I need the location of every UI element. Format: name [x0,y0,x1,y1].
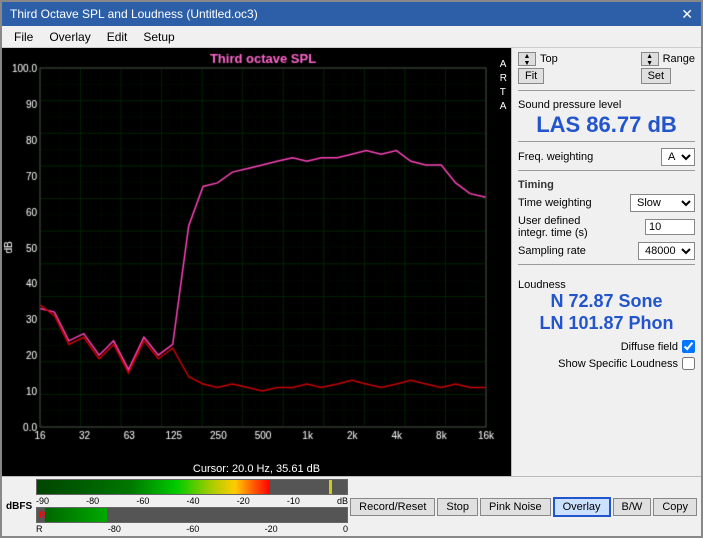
title-bar: Third Octave SPL and Loudness (Untitled.… [2,2,701,26]
top-label: Top [540,53,558,65]
divider-4 [518,264,695,265]
cursor-info: Cursor: 20.0 Hz, 35.61 dB [2,462,511,476]
main-content: ARTA Cursor: 20.0 Hz, 35.61 dB ▲ ▼ Top [2,48,701,476]
level-bar-container: dBFS -90 -80 -60 -40 [6,479,348,534]
set-button[interactable]: Set [641,68,672,84]
diffuse-field-checkbox[interactable] [682,340,695,353]
chart-container: ARTA [2,48,511,462]
diffuse-field-row: Diffuse field [518,340,695,353]
stop-button[interactable]: Stop [437,498,478,516]
time-weighting-select[interactable]: Fast Slow Impulse [630,194,695,212]
time-weighting-label: Time weighting [518,197,592,209]
top-range-controls: ▲ ▼ Top Fit ▲ ▼ Range [518,52,695,84]
sampling-rate-row: Sampling rate 44100 48000 96000 [518,242,695,260]
show-specific-row: Show Specific Loudness [518,357,695,370]
copy-button[interactable]: Copy [653,498,697,516]
main-window: Third Octave SPL and Loudness (Untitled.… [0,0,703,538]
menu-overlay[interactable]: Overlay [41,28,98,46]
show-specific-label: Show Specific Loudness [558,358,678,370]
sampling-rate-label: Sampling rate [518,245,586,257]
divider-1 [518,90,695,91]
timing-section: Timing Time weighting Fast Slow Impulse … [518,179,695,260]
freq-weighting-label: Freq. weighting [518,151,593,163]
right-panel: ▲ ▼ Top Fit ▲ ▼ Range [511,48,701,476]
top-spin-up[interactable]: ▲ [519,53,535,60]
bw-button[interactable]: B/W [613,498,652,516]
top-spin[interactable]: ▲ ▼ [518,52,536,66]
spl-label: Sound pressure level [518,99,695,111]
chart-arta-label: ARTA [500,58,507,114]
divider-3 [518,170,695,171]
top-spin-down[interactable]: ▼ [519,60,535,66]
dbfs-label: dBFS [6,501,34,512]
user-integ-label: User definedintegr. time (s) [518,215,588,239]
user-integ-row: User definedintegr. time (s) [518,215,695,239]
chart-canvas[interactable] [2,48,511,462]
menu-setup[interactable]: Setup [135,28,182,46]
range-spin[interactable]: ▲ ▼ [641,52,659,66]
sampling-rate-select[interactable]: 44100 48000 96000 [638,242,695,260]
timing-title: Timing [518,179,695,191]
top-row: ▲ ▼ Top [518,52,558,66]
time-weighting-row: Time weighting Fast Slow Impulse [518,194,695,212]
bottom-bar: dBFS -90 -80 -60 -40 [2,476,701,536]
window-title: Third Octave SPL and Loudness (Untitled.… [10,7,258,21]
user-integ-input[interactable] [645,219,695,235]
diffuse-field-label: Diffuse field [621,341,678,353]
range-row: ▲ ▼ Range [641,52,695,66]
record-reset-button[interactable]: Record/Reset [350,498,435,516]
pink-noise-button[interactable]: Pink Noise [480,498,551,516]
spl-value: LAS 86.77 dB [518,113,695,137]
chart-area: ARTA Cursor: 20.0 Hz, 35.61 dB [2,48,511,476]
range-spin-up[interactable]: ▲ [642,53,658,60]
fit-button[interactable]: Fit [518,68,544,84]
freq-weighting-row: Freq. weighting A B C D Z [518,148,695,166]
show-specific-checkbox[interactable] [682,357,695,370]
fit-row: Fit [518,68,558,84]
loudness-value-sone: N 72.87 Sone LN 101.87 Phon [518,291,695,334]
menu-file[interactable]: File [6,28,41,46]
set-row: Set [641,68,695,84]
range-spin-down[interactable]: ▼ [642,60,658,66]
overlay-button[interactable]: Overlay [553,497,611,517]
loudness-label: Loudness [518,279,695,291]
menu-bar: File Overlay Edit Setup [2,26,701,48]
loudness-section: Loudness N 72.87 Sone LN 101.87 Phon [518,275,695,334]
bottom-buttons: Record/Reset Stop Pink Noise Overlay B/W… [350,497,697,517]
close-button[interactable]: ✕ [681,6,693,23]
range-controls: ▲ ▼ Range Set [641,52,695,84]
menu-edit[interactable]: Edit [99,28,136,46]
freq-weighting-select[interactable]: A B C D Z [661,148,695,166]
top-controls: ▲ ▼ Top Fit [518,52,558,84]
range-label: Range [663,53,695,65]
divider-2 [518,141,695,142]
